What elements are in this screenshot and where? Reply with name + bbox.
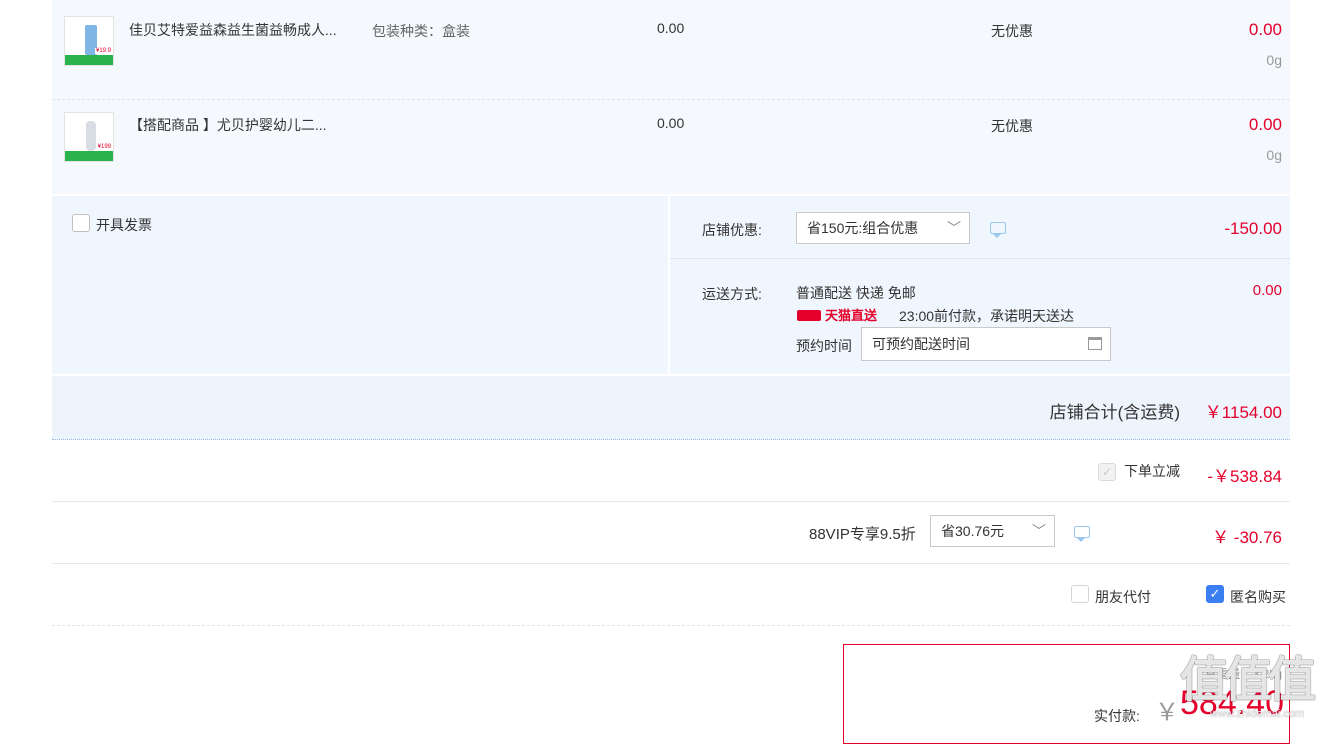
message-icon[interactable] (1074, 526, 1090, 542)
instant-reduction-label: 下单立减 (1124, 463, 1180, 479)
product-thumbnail[interactable]: ¥19.9 (64, 16, 114, 66)
schedule-label: 预约时间 (796, 338, 852, 354)
instant-reduction-amount: -￥538.84 (1207, 467, 1282, 486)
shop-discount-amount: -150.00 (1224, 219, 1282, 238)
actual-pay-currency: ￥ (1155, 699, 1179, 726)
shop-discount-selected: 省150元:组合优惠 (807, 220, 919, 236)
product-image-bottle (86, 121, 96, 151)
tmall-cat-icon (797, 310, 821, 321)
shop-total-amount: ￥1154.00 (1204, 403, 1282, 422)
shop-discount-select[interactable]: 省150元:组合优惠 ﹀ (796, 212, 970, 244)
delivery-promise: 23:00前付款，承诺明天送达 (899, 308, 1075, 324)
thumb-price-tag: ¥19.9 (94, 48, 112, 54)
product-thumbnail[interactable]: ¥199 (64, 112, 114, 162)
friend-pay-checkbox[interactable] (1071, 585, 1089, 603)
site-watermark-url: www.zhidemai.com (1210, 708, 1305, 720)
shipping-label: 运送方式: (702, 286, 762, 302)
friend-pay-label[interactable]: 朋友代付 (1095, 587, 1151, 607)
item-discount: 无优惠 (991, 23, 1033, 39)
thumb-stripe (65, 151, 113, 161)
anonymous-label[interactable]: 匿名购买 (1230, 587, 1286, 607)
calendar-icon[interactable] (1088, 337, 1102, 350)
anonymous-checkbox[interactable]: ✓ (1206, 585, 1224, 603)
tmall-badge-text: 天猫直送 (825, 308, 878, 323)
divider (52, 625, 1290, 626)
product-attribute: 包装种类：盒装 (372, 23, 470, 39)
order-item-row (52, 0, 1290, 100)
item-weight: 0g (1266, 147, 1282, 163)
schedule-time-input[interactable]: 可预约配送时间 (861, 327, 1111, 361)
unit-price: 0.00 (657, 115, 685, 131)
tmall-direct-badge: 天猫直送 (797, 308, 877, 324)
divider (52, 501, 1290, 502)
invoice-checkbox[interactable] (72, 214, 90, 232)
message-icon[interactable] (990, 222, 1006, 238)
actual-pay-label: 实付款: (1094, 708, 1140, 724)
item-discount: 无优惠 (991, 118, 1033, 134)
shop-discount-label: 店铺优惠: (702, 222, 762, 238)
panel-divider (670, 258, 1290, 259)
product-name-link[interactable]: 佳贝艾特爱益森益生菌益畅成人... (129, 20, 359, 40)
unit-price: 0.00 (657, 20, 685, 36)
site-watermark: 值值值 (1180, 654, 1316, 707)
vip-discount-select[interactable]: 省30.76元 ﹀ (930, 515, 1055, 547)
shipping-method: 普通配送 快递 免邮 (796, 285, 916, 301)
invoice-label[interactable]: 开具发票 (96, 215, 152, 235)
schedule-placeholder: 可预约配送时间 (872, 336, 970, 352)
item-subtotal: 0.00 (1248, 115, 1282, 134)
vip-label: 88VIP专享9.5折 (809, 526, 916, 543)
thumb-price-tag: ¥199 (96, 144, 112, 150)
vip-amount: ￥ -30.76 (1212, 528, 1282, 547)
vip-selected: 省30.76元 (941, 523, 1005, 539)
divider (52, 563, 1290, 564)
shop-total-label: 店铺合计(含运费) (1049, 403, 1180, 422)
shipping-fee: 0.00 (1252, 282, 1282, 299)
product-name-link[interactable]: 【搭配商品 】尤贝护婴幼儿二... (129, 115, 359, 135)
item-subtotal: 0.00 (1248, 20, 1282, 39)
chevron-down-icon: ﹀ (947, 220, 961, 236)
item-weight: 0g (1266, 52, 1282, 68)
chevron-down-icon: ﹀ (1032, 523, 1046, 539)
thumb-stripe (65, 55, 113, 65)
instant-reduction-checkbox: ✓ (1098, 463, 1116, 481)
